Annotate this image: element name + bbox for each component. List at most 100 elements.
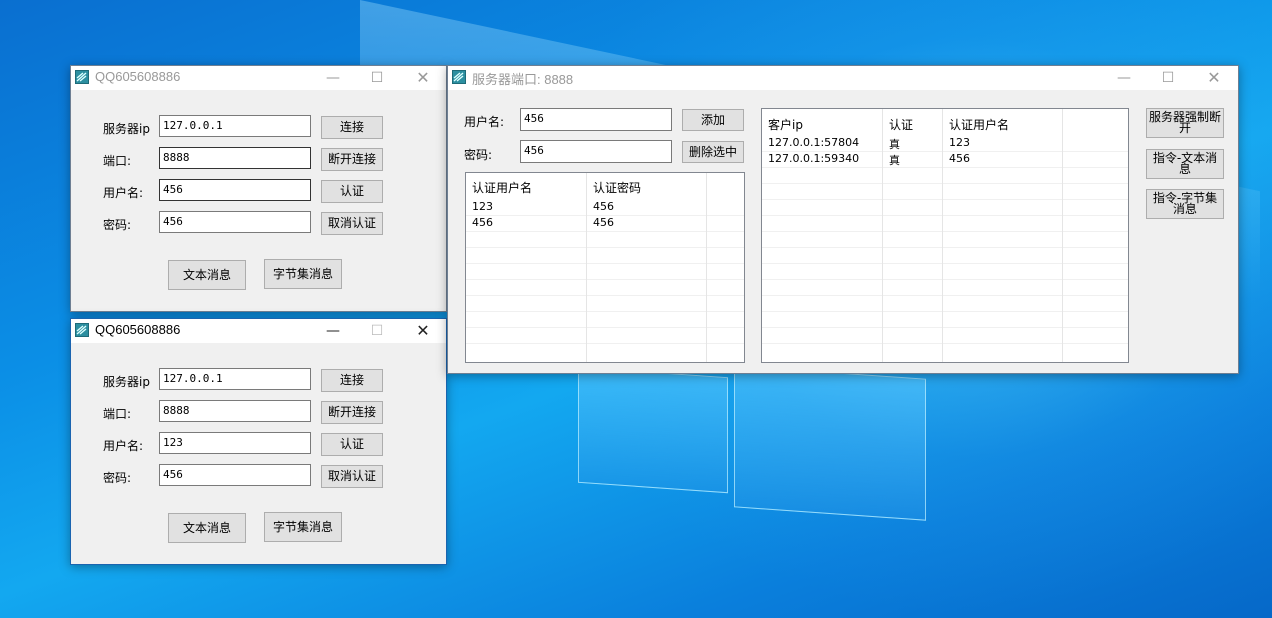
port-input[interactable]: 8888 bbox=[159, 400, 311, 422]
table-row-empty bbox=[762, 279, 1128, 296]
table-cell: 123 bbox=[943, 135, 1063, 151]
server-ip-input[interactable]: 127.0.0.1 bbox=[159, 368, 311, 390]
delete-selected-button[interactable]: 删除选中 bbox=[682, 141, 744, 163]
command-text-message-button[interactable]: 指令-文本消息 bbox=[1146, 149, 1224, 179]
table-cell: 456 bbox=[587, 199, 707, 215]
table-row-empty bbox=[466, 343, 744, 362]
maximize-icon[interactable]: ☐ bbox=[355, 66, 399, 90]
client-window-1: QQ605608886 — ☐ ✕ 服务器ip 端口: 用户名: 密码: 127… bbox=[70, 65, 447, 312]
disconnect-button[interactable]: 断开连接 bbox=[321, 148, 383, 171]
username-label: 用户名: bbox=[464, 115, 505, 129]
app-icon bbox=[75, 323, 89, 337]
title-bar[interactable]: QQ605608886 — ☐ ✕ bbox=[71, 319, 446, 343]
add-button[interactable]: 添加 bbox=[682, 109, 744, 131]
cancel-auth-button[interactable]: 取消认证 bbox=[321, 465, 383, 488]
window-title: QQ605608886 bbox=[95, 322, 181, 337]
password-label: 密码: bbox=[103, 218, 132, 232]
port-label: 端口: bbox=[103, 407, 132, 421]
table-row-empty bbox=[466, 327, 744, 344]
port-label: 端口: bbox=[103, 154, 132, 168]
client-window-2: QQ605608886 — ☐ ✕ 服务器ip 端口: 用户名: 密码: 127… bbox=[70, 318, 447, 565]
minimize-icon[interactable]: — bbox=[311, 66, 355, 90]
table-cell: 456 bbox=[943, 151, 1063, 167]
auth-button[interactable]: 认证 bbox=[321, 180, 383, 203]
app-icon bbox=[452, 70, 466, 84]
server-ip-label: 服务器ip bbox=[103, 375, 150, 389]
maximize-icon[interactable]: ☐ bbox=[355, 319, 399, 343]
table-row[interactable]: 127.0.0.1:57804 真 123 bbox=[762, 135, 1128, 152]
password-input[interactable]: 456 bbox=[159, 464, 311, 486]
table-row[interactable]: 127.0.0.1:59340 真 456 bbox=[762, 151, 1128, 168]
table-row-empty bbox=[466, 263, 744, 280]
table-row-empty bbox=[762, 199, 1128, 216]
table-cell: 456 bbox=[466, 215, 587, 231]
table-row-empty bbox=[762, 327, 1128, 344]
table-row-empty bbox=[466, 311, 744, 328]
username-input[interactable]: 456 bbox=[520, 108, 672, 131]
port-input[interactable]: 8888 bbox=[159, 147, 311, 169]
window-title: 服务器端口: 8888 bbox=[472, 72, 574, 87]
cancel-auth-button[interactable]: 取消认证 bbox=[321, 212, 383, 235]
minimize-icon[interactable]: — bbox=[1102, 66, 1146, 90]
auth-button[interactable]: 认证 bbox=[321, 433, 383, 456]
username-label: 用户名: bbox=[103, 439, 144, 453]
app-icon bbox=[75, 70, 89, 84]
column-header-empty bbox=[707, 173, 744, 199]
username-label: 用户名: bbox=[103, 186, 144, 200]
table-row-empty bbox=[466, 295, 744, 312]
connect-button[interactable]: 连接 bbox=[321, 116, 383, 139]
table-header: 客户ip 认证 认证用户名 bbox=[762, 109, 1128, 135]
auth-users-table[interactable]: 认证用户名 认证密码 123 456 456 456 bbox=[465, 172, 745, 363]
table-cell: 456 bbox=[587, 215, 707, 231]
close-icon[interactable]: ✕ bbox=[401, 319, 445, 343]
server-ip-input[interactable]: 127.0.0.1 bbox=[159, 115, 311, 137]
disconnect-button[interactable]: 断开连接 bbox=[321, 401, 383, 424]
password-input[interactable]: 456 bbox=[520, 140, 672, 163]
column-header[interactable]: 客户ip bbox=[762, 109, 883, 135]
username-input[interactable]: 456 bbox=[159, 179, 311, 201]
table-row-empty bbox=[762, 167, 1128, 184]
title-bar[interactable]: QQ605608886 — ☐ ✕ bbox=[71, 66, 446, 90]
close-icon[interactable]: ✕ bbox=[1192, 66, 1236, 90]
table-row-empty bbox=[762, 215, 1128, 232]
force-disconnect-button[interactable]: 服务器强制断开 bbox=[1146, 108, 1224, 138]
password-label: 密码: bbox=[103, 471, 132, 485]
table-cell: 123 bbox=[466, 199, 587, 215]
table-cell: 127.0.0.1:59340 bbox=[762, 151, 883, 167]
table-row-empty bbox=[762, 311, 1128, 328]
table-header: 认证用户名 认证密码 bbox=[466, 173, 744, 199]
table-cell: 127.0.0.1:57804 bbox=[762, 135, 883, 151]
command-byte-message-button[interactable]: 指令-字节集消息 bbox=[1146, 189, 1224, 219]
column-header[interactable]: 认证密码 bbox=[587, 173, 707, 199]
table-row-empty bbox=[762, 263, 1128, 280]
column-header[interactable]: 认证用户名 bbox=[466, 173, 587, 199]
title-bar[interactable]: 服务器端口: 8888 — ☐ ✕ bbox=[448, 66, 1238, 90]
byte-message-button[interactable]: 字节集消息 bbox=[264, 259, 342, 289]
password-input[interactable]: 456 bbox=[159, 211, 311, 233]
minimize-icon[interactable]: — bbox=[311, 319, 355, 343]
connect-button[interactable]: 连接 bbox=[321, 369, 383, 392]
text-message-button[interactable]: 文本消息 bbox=[168, 513, 246, 543]
column-header-empty bbox=[1063, 109, 1128, 135]
table-row-empty bbox=[466, 231, 744, 248]
table-row-empty bbox=[762, 183, 1128, 200]
column-header[interactable]: 认证用户名 bbox=[943, 109, 1063, 135]
byte-message-button[interactable]: 字节集消息 bbox=[264, 512, 342, 542]
table-row[interactable]: 123 456 bbox=[466, 199, 744, 216]
server-ip-label: 服务器ip bbox=[103, 122, 150, 136]
text-message-button[interactable]: 文本消息 bbox=[168, 260, 246, 290]
table-row-empty bbox=[762, 231, 1128, 248]
window-title: QQ605608886 bbox=[95, 69, 181, 84]
table-cell: 真 bbox=[883, 151, 943, 167]
connected-clients-table[interactable]: 客户ip 认证 认证用户名 127.0.0.1:57804 真 123 127.… bbox=[761, 108, 1129, 363]
table-row-empty bbox=[466, 279, 744, 296]
windows-logo-pane bbox=[734, 365, 926, 521]
table-row-empty bbox=[762, 343, 1128, 362]
table-cell: 真 bbox=[883, 135, 943, 151]
maximize-icon[interactable]: ☐ bbox=[1146, 66, 1190, 90]
column-header[interactable]: 认证 bbox=[883, 109, 943, 135]
table-row-empty bbox=[762, 295, 1128, 312]
table-row[interactable]: 456 456 bbox=[466, 215, 744, 232]
close-icon[interactable]: ✕ bbox=[401, 66, 445, 90]
username-input[interactable]: 123 bbox=[159, 432, 311, 454]
